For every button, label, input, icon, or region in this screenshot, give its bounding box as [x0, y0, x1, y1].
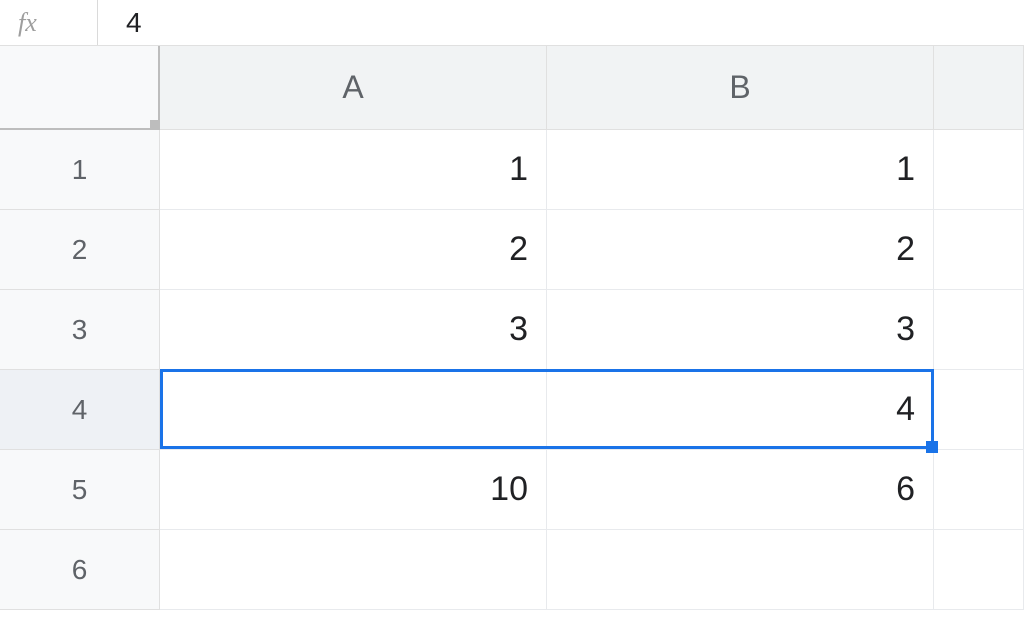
row-header-4[interactable]: 4 — [0, 370, 160, 450]
cell-c3[interactable] — [934, 290, 1024, 370]
formula-bar: fx — [0, 0, 1024, 46]
cell-c1[interactable] — [934, 130, 1024, 210]
row-header-2[interactable]: 2 — [0, 210, 160, 290]
cell-a2[interactable]: 2 — [160, 210, 547, 290]
column-header-b[interactable]: B — [547, 46, 934, 130]
row-header-6[interactable]: 6 — [0, 530, 160, 610]
fx-icon[interactable]: fx — [0, 0, 98, 45]
cell-c6[interactable] — [934, 530, 1024, 610]
cell-a3[interactable]: 3 — [160, 290, 547, 370]
column-header-a[interactable]: A — [160, 46, 547, 130]
cell-b5[interactable]: 6 — [547, 450, 934, 530]
cell-c4[interactable] — [934, 370, 1024, 450]
cell-b4[interactable]: 4 — [547, 370, 934, 450]
formula-input[interactable] — [98, 7, 1024, 39]
cell-b3[interactable]: 3 — [547, 290, 934, 370]
column-header-extra[interactable] — [934, 46, 1024, 130]
cell-b1[interactable]: 1 — [547, 130, 934, 210]
cell-a1[interactable]: 1 — [160, 130, 547, 210]
cell-b2[interactable]: 2 — [547, 210, 934, 290]
cell-a6[interactable] — [160, 530, 547, 610]
cell-a4[interactable] — [160, 370, 547, 450]
sheet-grid: A B 1 1 1 2 2 2 3 3 3 4 4 5 10 6 6 — [0, 46, 1024, 610]
cell-c2[interactable] — [934, 210, 1024, 290]
select-all-corner[interactable] — [0, 46, 160, 130]
row-header-3[interactable]: 3 — [0, 290, 160, 370]
cell-a5[interactable]: 10 — [160, 450, 547, 530]
cell-b6[interactable] — [547, 530, 934, 610]
spreadsheet-container: fx A B 1 1 1 2 2 2 3 3 3 4 4 5 10 6 6 — [0, 0, 1024, 610]
row-header-1[interactable]: 1 — [0, 130, 160, 210]
row-header-5[interactable]: 5 — [0, 450, 160, 530]
cell-c5[interactable] — [934, 450, 1024, 530]
